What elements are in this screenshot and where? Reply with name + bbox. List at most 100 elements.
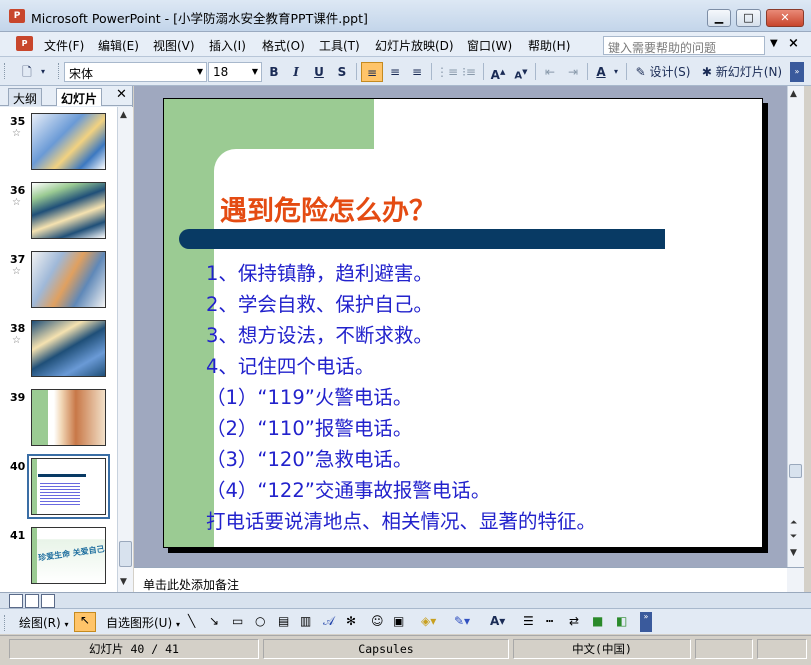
thumbnail-37[interactable]: 37 ☆	[0, 251, 117, 321]
slide-scrollbar[interactable]: ▲ ⏶ ⏷ ▼	[787, 86, 804, 567]
decrease-indent-icon[interactable]: ⇤	[540, 62, 560, 82]
autoshapes-menu[interactable]: 自选图形(U) ▾	[106, 614, 180, 631]
draw-menu[interactable]: 绘图(R) ▾	[19, 614, 69, 631]
diagram-icon[interactable]: ✻	[346, 614, 356, 628]
chevron-down-icon[interactable]: ▾	[38, 62, 48, 82]
thumbnail-40[interactable]: 40	[0, 454, 117, 528]
notes-pane[interactable]: 单击此处添加备注	[134, 567, 804, 593]
close-button[interactable]: ✕	[766, 9, 804, 27]
tab-slides[interactable]: 幻灯片	[56, 88, 103, 106]
3d-style-icon[interactable]: ◧	[616, 614, 627, 628]
thumbnail-39[interactable]: 39	[0, 389, 117, 459]
fill-color-icon[interactable]: ◈▾	[421, 614, 436, 628]
scroll-thumb[interactable]	[789, 464, 802, 478]
line-style-icon[interactable]: ☰	[523, 614, 534, 628]
toolbar-grip[interactable]	[58, 63, 61, 79]
thumbnail-36[interactable]: 36 ☆	[0, 182, 117, 252]
scroll-up-icon[interactable]: ▲	[790, 89, 797, 99]
slide-canvas[interactable]: 遇到危险怎么办？ 1、保持镇静，趋利避害。 2、学会自救、保护自己。 3、想方设…	[163, 98, 763, 548]
align-left-icon[interactable]: ≡	[361, 62, 383, 82]
toolbar-options-icon[interactable]: »	[640, 612, 652, 632]
next-slide-icon[interactable]: ⏷	[790, 532, 797, 542]
notes-scrollbar[interactable]	[787, 568, 804, 593]
body-line: （2）“110”报警电话。	[206, 417, 413, 440]
select-pointer-icon[interactable]: ↖	[74, 612, 96, 632]
slide-preview	[31, 389, 106, 446]
font-size-select[interactable]: 18 ▼	[208, 62, 262, 82]
font-name-select[interactable]: 宋体 ▼	[64, 62, 207, 82]
arrow-style-icon[interactable]: ⇄	[569, 614, 579, 628]
document-close-icon[interactable]: ×	[788, 36, 799, 51]
new-slide-button[interactable]: ✱ 新幻灯片(N)	[698, 62, 786, 82]
document-icon[interactable]: P	[16, 36, 33, 51]
bold-button[interactable]: B	[265, 62, 283, 82]
oval-icon[interactable]: ○	[255, 614, 265, 628]
menu-window[interactable]: 窗口(W)	[467, 37, 512, 54]
align-right-icon[interactable]: ≡	[407, 62, 427, 82]
toolbar-options-icon[interactable]: »	[790, 62, 804, 82]
slide-number: 40	[10, 460, 26, 473]
increase-indent-icon[interactable]: ⇥	[563, 62, 583, 82]
menu-insert[interactable]: 插入(I)	[209, 37, 246, 54]
wordart-icon[interactable]: 𝒜	[323, 614, 334, 629]
font-color-icon[interactable]: A▾	[490, 614, 505, 628]
numbered-list-icon[interactable]: ⋮≡	[436, 62, 458, 82]
decrease-font-icon[interactable]: A▼	[511, 62, 531, 82]
picture-icon[interactable]: ▣	[393, 614, 404, 628]
clipart-icon[interactable]: ☺	[371, 614, 384, 628]
vertical-textbox-icon[interactable]: ▥	[300, 614, 311, 628]
font-name-value: 宋体	[69, 67, 94, 81]
chevron-down-icon[interactable]: ▾	[611, 62, 621, 82]
italic-button[interactable]: I	[287, 62, 305, 82]
menu-view[interactable]: 视图(V)	[153, 37, 195, 54]
slide-title[interactable]: 遇到危险怎么办？	[220, 189, 436, 228]
dash-style-icon[interactable]: ┅	[546, 614, 553, 628]
thumbnail-41[interactable]: 41 珍爱生命 关爱自己	[0, 527, 117, 592]
normal-view-icon[interactable]	[9, 594, 23, 608]
design-button[interactable]: ✎ 设计(S)	[632, 62, 694, 82]
slide-body[interactable]: 1、保持镇静，趋利避害。 2、学会自救、保护自己。 3、想方设法，不断求救。 4…	[206, 257, 761, 536]
scroll-down-icon[interactable]: ▼	[790, 548, 797, 558]
body-line: 打电话要说清地点、相关情况、显著的特征。	[206, 510, 597, 533]
tab-outline[interactable]: 大纲	[8, 88, 43, 106]
thumbnail-35[interactable]: 35 ☆	[0, 113, 117, 183]
line-icon[interactable]: ╲	[188, 614, 195, 628]
scroll-down-icon[interactable]: ▼	[120, 577, 127, 587]
scroll-up-icon[interactable]: ▲	[120, 110, 127, 120]
menu-edit[interactable]: 编辑(E)	[98, 37, 139, 54]
previous-slide-icon[interactable]: ⏶	[790, 518, 797, 528]
slide-sorter-icon[interactable]	[25, 594, 39, 608]
notes-placeholder[interactable]: 单击此处添加备注	[143, 576, 239, 593]
chevron-down-icon[interactable]: ▼	[770, 38, 778, 49]
bullet-list-icon[interactable]: ⁝≡	[459, 62, 479, 82]
align-center-icon[interactable]: ≡	[385, 62, 405, 82]
toolbar-grip[interactable]	[4, 63, 7, 79]
new-document-icon[interactable]: 🗋	[17, 62, 37, 82]
thumbnail-scrollbar[interactable]: ▲ ▼	[117, 107, 133, 592]
font-color-icon[interactable]: A	[592, 62, 610, 82]
increase-font-icon[interactable]: A▲	[488, 62, 508, 82]
arrow-icon[interactable]: ↘	[209, 614, 219, 628]
menu-tools[interactable]: 工具(T)	[319, 37, 360, 54]
help-search-input[interactable]: 键入需要帮助的问题	[603, 36, 765, 55]
slideshow-view-icon[interactable]	[41, 594, 55, 608]
menu-file[interactable]: 文件(F)	[44, 37, 84, 54]
scroll-thumb[interactable]	[119, 541, 132, 567]
maximize-button[interactable]: □	[736, 9, 761, 27]
toolbar-separator	[535, 63, 536, 80]
textbox-icon[interactable]: ▤	[278, 614, 289, 628]
rectangle-icon[interactable]: ▭	[232, 614, 243, 628]
underline-button[interactable]: U	[310, 62, 328, 82]
shadow-button[interactable]: S	[333, 62, 351, 82]
toolbar-separator	[626, 63, 627, 80]
menu-format[interactable]: 格式(O)	[262, 37, 305, 54]
menu-slideshow[interactable]: 幻灯片放映(D)	[375, 37, 454, 54]
close-icon[interactable]: ✕	[116, 87, 127, 102]
body-line: 2、学会自救、保护自己。	[206, 293, 433, 316]
thumbnail-38[interactable]: 38 ☆	[0, 320, 117, 390]
line-color-icon[interactable]: ✎▾	[454, 614, 470, 628]
menu-help[interactable]: 帮助(H)	[528, 37, 570, 54]
minimize-button[interactable]: ▁	[707, 9, 731, 27]
shadow-style-icon[interactable]: ■	[592, 614, 603, 628]
toolbar-grip[interactable]	[4, 615, 7, 631]
